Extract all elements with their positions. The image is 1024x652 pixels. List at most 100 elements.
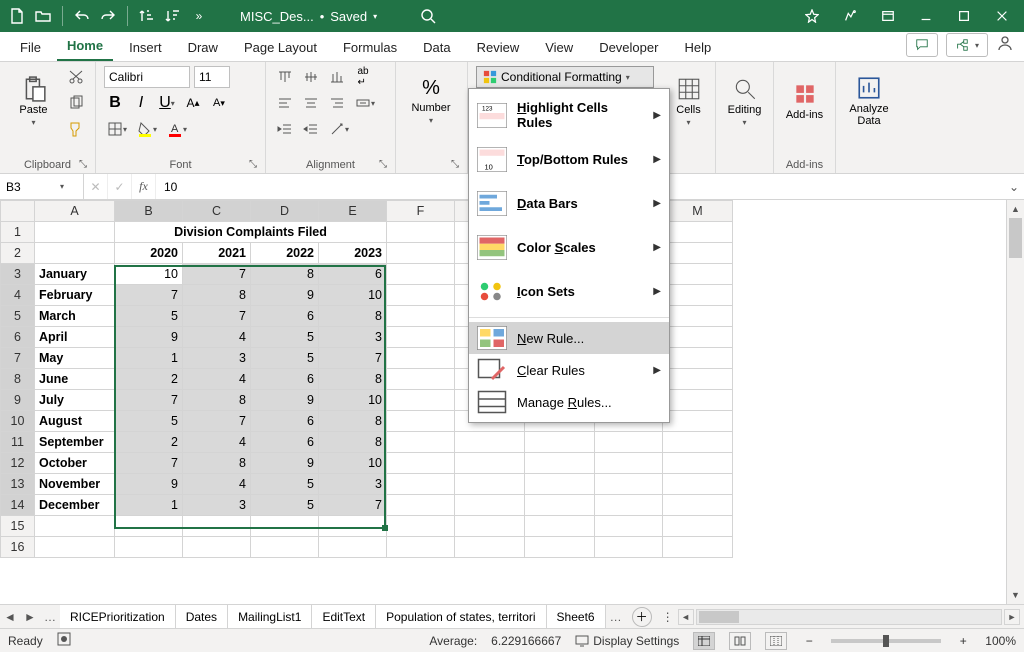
cell-F6[interactable] [387, 327, 455, 348]
cell-B7[interactable]: 1 [115, 348, 183, 369]
cell-C6[interactable]: 4 [183, 327, 251, 348]
row-header-3[interactable]: 3 [1, 264, 35, 285]
italic-icon[interactable]: I [130, 92, 152, 114]
col-header-E[interactable]: E [319, 201, 387, 222]
select-all-corner[interactable] [1, 201, 35, 222]
row-header-2[interactable]: 2 [1, 243, 35, 264]
cell-A6[interactable]: April [35, 327, 115, 348]
search-icon[interactable] [417, 5, 439, 27]
cell-J16[interactable] [455, 537, 525, 558]
col-header-F[interactable]: F [387, 201, 455, 222]
hscroll-left-icon[interactable]: ◄ [678, 609, 694, 625]
cell-M9[interactable] [663, 390, 733, 411]
analyze-data-button[interactable]: Analyze Data [844, 66, 894, 136]
cell-L12[interactable] [595, 453, 663, 474]
cell-M2[interactable] [663, 243, 733, 264]
qat-redo-icon[interactable] [97, 5, 119, 27]
addins-button[interactable]: Add-ins [782, 66, 827, 136]
tab-insert[interactable]: Insert [119, 36, 172, 61]
row-header-4[interactable]: 4 [1, 285, 35, 306]
merge-center-icon[interactable]: ▾ [352, 92, 378, 114]
cell-D11[interactable]: 6 [251, 432, 319, 453]
sheet-nav-prev-icon[interactable]: ◄ [0, 610, 20, 624]
zoom-out-icon[interactable]: − [801, 634, 817, 648]
cell-D16[interactable] [251, 537, 319, 558]
cell-B13[interactable]: 9 [115, 474, 183, 495]
cell-D13[interactable]: 5 [251, 474, 319, 495]
maximize-icon[interactable] [948, 0, 980, 32]
col-header-A[interactable]: A [35, 201, 115, 222]
cell-C13[interactable]: 4 [183, 474, 251, 495]
cf-top-bottom-rules[interactable]: 10 Top/Bottom Rules▶ [469, 137, 669, 181]
scroll-down-icon[interactable]: ▼ [1007, 586, 1024, 604]
font-size-input[interactable] [194, 66, 230, 88]
col-header-D[interactable]: D [251, 201, 319, 222]
zoom-slider[interactable] [831, 639, 941, 643]
shrink-font-icon[interactable]: A▾ [208, 92, 230, 114]
row-header-10[interactable]: 10 [1, 411, 35, 432]
cell-K12[interactable] [525, 453, 595, 474]
col-header-M[interactable]: M [663, 201, 733, 222]
cell-M8[interactable] [663, 369, 733, 390]
cell-E4[interactable]: 10 [319, 285, 387, 306]
cell-A3[interactable]: January [35, 264, 115, 285]
cf-clear-rules[interactable]: Clear Rules▶ [469, 354, 669, 386]
cell-F10[interactable] [387, 411, 455, 432]
cell-F2[interactable] [387, 243, 455, 264]
tab-review[interactable]: Review [467, 36, 530, 61]
fill-color-icon[interactable]: ▾ [134, 118, 160, 140]
cell-D12[interactable]: 9 [251, 453, 319, 474]
cell-M14[interactable] [663, 495, 733, 516]
cell-C2[interactable]: 2021 [183, 243, 251, 264]
sheet-tab-1[interactable]: Dates [176, 605, 228, 628]
cell-A5[interactable]: March [35, 306, 115, 327]
qat-sort-asc-icon[interactable] [136, 5, 158, 27]
cells-button[interactable]: Cells▾ [670, 66, 707, 136]
cell-M11[interactable] [663, 432, 733, 453]
cell-D8[interactable]: 6 [251, 369, 319, 390]
cell-F5[interactable] [387, 306, 455, 327]
cell-E6[interactable]: 3 [319, 327, 387, 348]
row-header-14[interactable]: 14 [1, 495, 35, 516]
grow-font-icon[interactable]: A▴ [182, 92, 204, 114]
row-header-12[interactable]: 12 [1, 453, 35, 474]
cell-M7[interactable] [663, 348, 733, 369]
share-button[interactable]: ▾ [946, 33, 988, 57]
cell-A2[interactable] [35, 243, 115, 264]
cell-M16[interactable] [663, 537, 733, 558]
cell-D5[interactable]: 6 [251, 306, 319, 327]
horizontal-scrollbar[interactable] [696, 609, 1002, 625]
scroll-up-icon[interactable]: ▲ [1007, 200, 1024, 218]
cell-K11[interactable] [525, 432, 595, 453]
cell-E5[interactable]: 8 [319, 306, 387, 327]
cell-B12[interactable]: 7 [115, 453, 183, 474]
premium-icon[interactable] [796, 0, 828, 32]
cell-E13[interactable]: 3 [319, 474, 387, 495]
cf-highlight-rules[interactable]: 123 Highlight Cells Rules▶ [469, 93, 669, 137]
cell-F16[interactable] [387, 537, 455, 558]
row-header-16[interactable]: 16 [1, 537, 35, 558]
cell-F1[interactable] [387, 222, 455, 243]
cell-E12[interactable]: 10 [319, 453, 387, 474]
qat-undo-icon[interactable] [71, 5, 93, 27]
cell-M15[interactable] [663, 516, 733, 537]
cut-icon[interactable] [65, 66, 87, 88]
tab-view[interactable]: View [535, 36, 583, 61]
cell-B16[interactable] [115, 537, 183, 558]
cell-A16[interactable] [35, 537, 115, 558]
cell-F14[interactable] [387, 495, 455, 516]
cell-D6[interactable]: 5 [251, 327, 319, 348]
qat-more-icon[interactable]: » [188, 5, 210, 27]
number-format-button[interactable]: % Number ▾ [404, 66, 458, 136]
cf-color-scales[interactable]: Color Scales▶ [469, 225, 669, 269]
sheet-tab-4[interactable]: Population of states, territori [376, 605, 546, 628]
sheet-nav-next-icon[interactable]: ► [20, 610, 40, 624]
cell-L11[interactable] [595, 432, 663, 453]
font-launcher-icon[interactable]: ⤡ [247, 159, 259, 171]
cell-C14[interactable]: 3 [183, 495, 251, 516]
increase-indent-icon[interactable] [300, 118, 322, 140]
hscroll-right-icon[interactable]: ► [1004, 609, 1020, 625]
alignment-launcher-icon[interactable]: ⤡ [377, 159, 389, 171]
cell-J15[interactable] [455, 516, 525, 537]
cell-C5[interactable]: 7 [183, 306, 251, 327]
